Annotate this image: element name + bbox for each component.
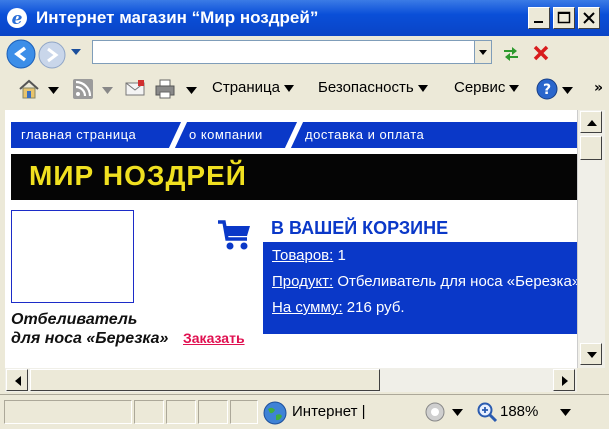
globe-icon <box>263 401 287 425</box>
minimize-icon <box>534 21 543 23</box>
nav-link-about[interactable]: о компании <box>189 127 263 142</box>
stop-icon[interactable] <box>530 42 552 64</box>
chevron-down-icon <box>283 84 294 92</box>
cart-items-line: Товаров: 1 <box>272 247 346 264</box>
close-button[interactable] <box>578 7 600 29</box>
tools-menu-label: Сервис <box>454 79 506 96</box>
page-viewport: главная страница о компании доставка и о… <box>5 110 577 368</box>
product-image[interactable] <box>11 210 134 303</box>
chevron-right-icon <box>562 376 568 386</box>
status-cell <box>230 400 258 424</box>
home-icon[interactable] <box>18 78 40 100</box>
site-banner: МИР НОЗДРЕЙ <box>11 154 577 200</box>
address-input[interactable] <box>92 40 476 64</box>
history-dropdown-icon[interactable] <box>70 48 82 56</box>
horizontal-scroll-thumb[interactable] <box>30 369 380 391</box>
cart-sum-line: На сумму: 216 руб. <box>272 299 405 316</box>
page-menu-label: Страница <box>212 79 280 96</box>
cart-title: В ВАШЕЙ КОРЗИНЕ <box>271 218 449 238</box>
zoom-level[interactable]: 188% <box>500 403 538 420</box>
product-name-line2: для носа «Березка» <box>11 330 169 347</box>
nav-separator <box>168 122 188 148</box>
address-dropdown-button[interactable] <box>474 40 492 64</box>
vertical-scroll-thumb[interactable] <box>580 136 602 160</box>
command-bar: Страница Безопасность Сервис ? » <box>0 70 609 108</box>
ie-logo-icon: e <box>7 8 27 29</box>
product-name: Отбеливатель для носа «Березка» <box>11 310 181 348</box>
safety-menu-label: Безопасность <box>318 79 414 96</box>
safety-menu[interactable]: Безопасность <box>318 79 428 96</box>
chevron-down-icon <box>509 84 520 92</box>
zoom-dropdown-icon[interactable] <box>560 409 571 416</box>
scroll-corner <box>577 368 605 392</box>
tools-menu[interactable]: Сервис <box>454 79 520 96</box>
protected-mode-dropdown-icon[interactable] <box>452 409 463 416</box>
cart-product-label[interactable]: Продукт: <box>272 273 333 290</box>
cart-product-line: Продукт: Отбеливатель для носа «Березка» <box>272 273 577 290</box>
scroll-right-button[interactable] <box>553 369 575 391</box>
scroll-down-button[interactable] <box>580 343 602 365</box>
chevron-down-icon <box>587 352 597 358</box>
horizontal-scrollbar[interactable] <box>5 368 577 392</box>
vertical-scrollbar[interactable] <box>577 110 605 368</box>
window-title: Интернет магазин “Мир ноздрей” <box>36 8 319 27</box>
close-icon <box>583 12 595 24</box>
site-title: МИР НОЗДРЕЙ <box>29 160 247 191</box>
cart-items-label[interactable]: Товаров: <box>272 247 333 264</box>
help-icon[interactable]: ? <box>536 78 558 100</box>
maximize-button[interactable] <box>553 7 575 29</box>
cart-summary: Товаров: 1 Продукт: Отбеливатель для нос… <box>263 242 577 334</box>
status-cell <box>198 400 228 424</box>
nav-link-delivery[interactable]: доставка и оплата <box>305 127 424 142</box>
svg-text:?: ? <box>543 82 551 98</box>
scroll-up-button[interactable] <box>580 111 602 133</box>
print-dropdown-icon[interactable] <box>186 87 197 94</box>
help-dropdown-icon[interactable] <box>562 87 573 94</box>
minimize-button[interactable] <box>528 7 550 29</box>
security-zone-label: Интернет | <box>292 403 366 420</box>
cart-sum-value: 216 руб. <box>342 299 405 316</box>
feeds-dropdown-icon[interactable] <box>102 87 113 94</box>
status-text-cell <box>4 400 132 424</box>
site-nav: главная страница о компании доставка и о… <box>11 122 577 148</box>
print-icon[interactable] <box>154 78 176 100</box>
nav-link-home[interactable]: главная страница <box>21 127 136 142</box>
svg-text:e: e <box>12 9 23 29</box>
status-cell <box>166 400 196 424</box>
cart-product-value: Отбеливатель для носа «Березка» <box>333 273 577 290</box>
shopping-cart-icon <box>218 220 250 250</box>
maximize-icon <box>557 11 571 24</box>
scroll-left-button[interactable] <box>6 369 28 391</box>
back-button[interactable] <box>6 39 36 69</box>
chevron-up-icon <box>587 120 597 126</box>
protected-mode-icon[interactable] <box>424 401 446 423</box>
more-commands-icon[interactable]: » <box>594 80 603 96</box>
order-link[interactable]: Заказать <box>183 330 245 346</box>
status-cell <box>134 400 164 424</box>
cart-sum-label[interactable]: На сумму: <box>272 299 343 316</box>
page-menu[interactable]: Страница <box>212 79 294 96</box>
address-bar-row <box>0 36 609 70</box>
chevron-down-icon <box>479 50 487 55</box>
chevron-down-icon <box>417 84 428 92</box>
nav-separator <box>284 122 304 148</box>
feeds-icon[interactable] <box>72 78 94 100</box>
cart-items-value: 1 <box>333 247 346 264</box>
product-name-line1: Отбеливатель <box>11 311 138 328</box>
mail-icon[interactable] <box>124 78 146 100</box>
title-bar: e Интернет магазин “Мир ноздрей” <box>0 0 609 36</box>
chevron-left-icon <box>15 376 21 386</box>
forward-button[interactable] <box>38 41 66 69</box>
refresh-icon[interactable] <box>500 42 522 64</box>
home-dropdown-icon[interactable] <box>48 87 59 94</box>
browser-window: e Интернет магазин “Мир ноздрей” Страниц… <box>0 0 609 429</box>
zoom-icon[interactable] <box>476 401 498 423</box>
status-bar: Интернет | 188% <box>0 394 609 429</box>
